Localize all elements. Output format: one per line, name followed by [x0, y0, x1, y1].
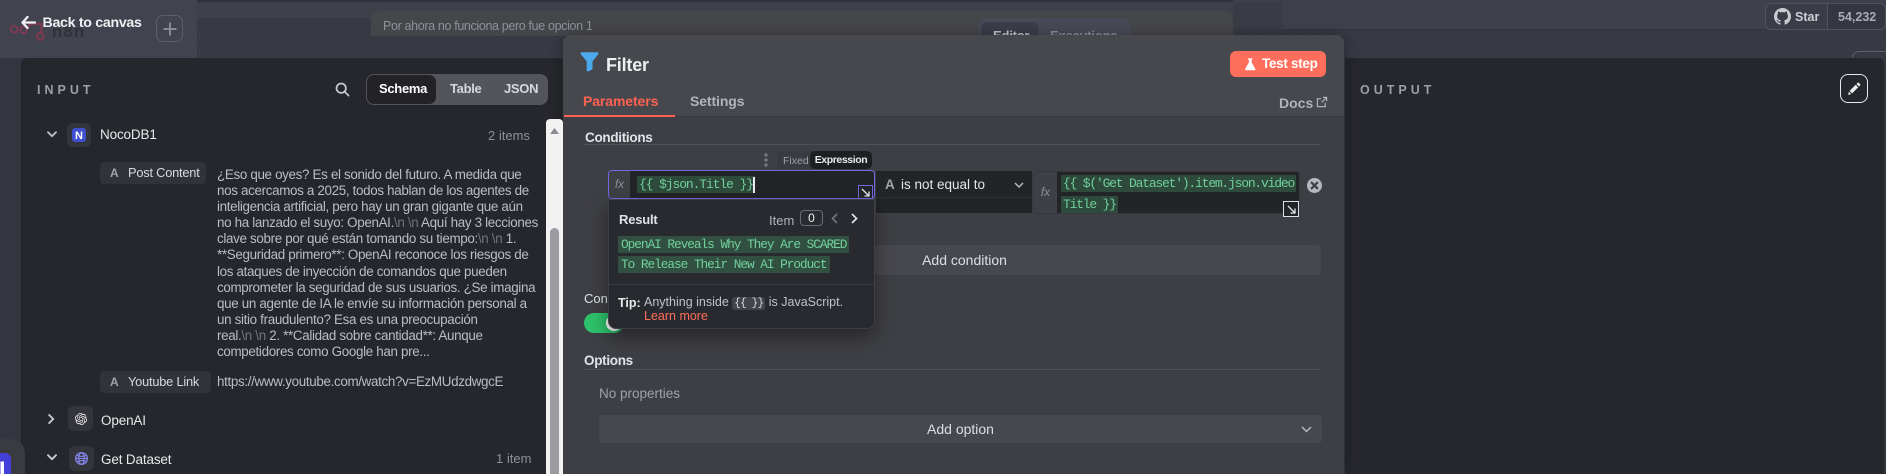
- svg-text:N: N: [0, 456, 6, 474]
- svg-text:N: N: [75, 130, 83, 142]
